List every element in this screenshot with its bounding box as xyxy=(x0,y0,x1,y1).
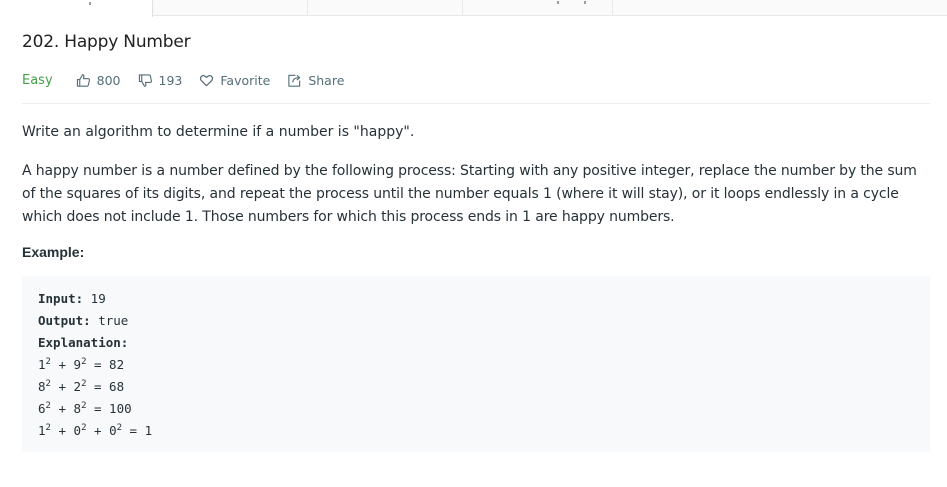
dislike-button[interactable]: 193 xyxy=(138,72,183,88)
problem-content: 202. Happy Number Easy 800 193 Favorite … xyxy=(22,30,930,452)
share-button[interactable]: Share xyxy=(287,73,344,88)
problem-title: 202. Happy Number xyxy=(22,32,191,52)
explanation-steps: 12 + 92 = 82 82 + 22 = 68 62 + 82 = 100 12 … xyxy=(38,354,914,442)
favorite-label: Favorite xyxy=(220,72,271,88)
thumbs-up-icon xyxy=(76,73,90,87)
input-value: 19 xyxy=(83,291,106,306)
likes-count: 800 xyxy=(96,72,121,88)
explanation-step: 62 + 82 = 100 xyxy=(38,401,132,416)
problem-page: 202. Happy Number Easy 800 193 Favorite … xyxy=(0,0,947,487)
example-heading: Example: xyxy=(22,244,85,260)
output-value: true xyxy=(90,313,129,328)
divider xyxy=(22,103,930,104)
output-label: Output: xyxy=(38,313,91,328)
example-input-line: Input: 19 xyxy=(38,288,914,310)
example-output-line: Output: true xyxy=(38,310,914,332)
explanation-step: 12 + 02 + 02 = 1 xyxy=(38,423,153,438)
example-code-block: Input: 19 Output: true Explanation: 12 +… xyxy=(22,276,930,452)
tab-description[interactable] xyxy=(0,0,153,17)
example-explanation-line: Explanation: xyxy=(38,332,914,354)
share-label: Share xyxy=(308,72,345,88)
tab-solution[interactable] xyxy=(153,0,308,16)
favorite-button[interactable]: Favorite xyxy=(199,73,270,88)
description-body: A happy number is a number defined by th… xyxy=(22,163,917,225)
share-icon xyxy=(288,74,301,87)
thumbs-down-icon xyxy=(138,73,152,87)
tab-submissions[interactable] xyxy=(463,0,613,16)
input-label: Input: xyxy=(38,291,84,306)
explanation-label: Explanation: xyxy=(38,335,129,350)
heart-icon xyxy=(200,74,214,86)
tab-discuss[interactable] xyxy=(308,0,463,16)
description-intro: Write an algorithm to determine if a num… xyxy=(22,124,415,140)
dislikes-count: 193 xyxy=(158,72,183,88)
problem-meta: Easy 800 193 Favorite Share xyxy=(22,69,930,91)
like-button[interactable]: 800 xyxy=(76,73,121,88)
explanation-step: 12 + 92 = 82 xyxy=(38,357,125,372)
explanation-step: 82 + 22 = 68 xyxy=(38,379,125,394)
tab-strip xyxy=(0,0,947,17)
difficulty-badge: Easy xyxy=(22,72,53,88)
